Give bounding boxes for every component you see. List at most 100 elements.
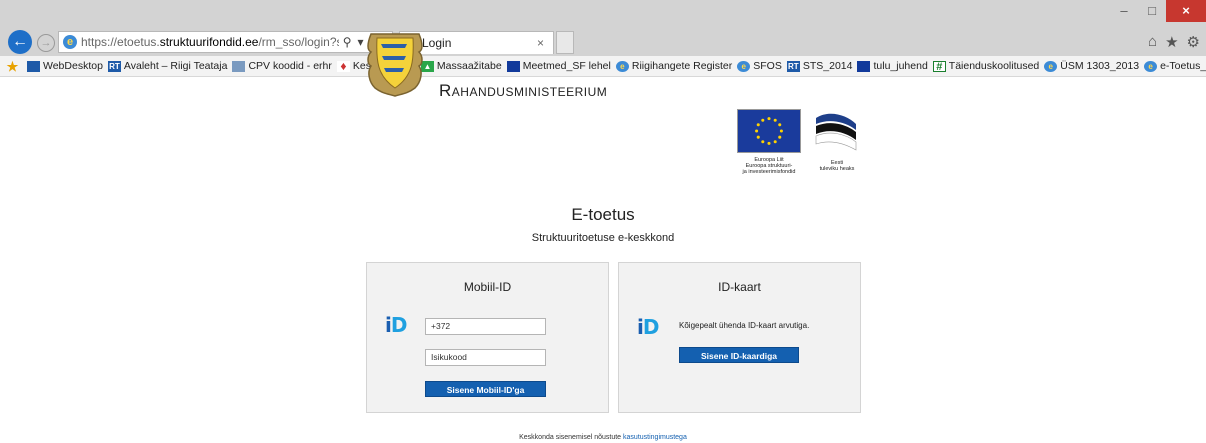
favorite-item[interactable]: e Riigihangete Register: [615, 60, 733, 72]
favorite-item[interactable]: RT Avaleht – Riigi Teataja: [107, 60, 228, 72]
eu-star: [756, 123, 760, 127]
favorite-item[interactable]: tulu_juhend: [857, 60, 928, 72]
favorite-ie-icon: e: [1144, 60, 1158, 72]
settings-gear-icon[interactable]: ⚙: [1187, 33, 1200, 51]
favorite-label: STS_2014: [802, 60, 853, 72]
favorite-blue-icon: RT: [107, 60, 121, 72]
browser-toolbar-icons: ⌂ ★ ⚙: [1148, 33, 1200, 51]
minimize-button[interactable]: –: [1110, 0, 1138, 22]
id-card-heading: ID-kaart: [718, 280, 761, 294]
favorite-item[interactable]: CPV koodid - erhr: [232, 60, 332, 72]
personal-code-input[interactable]: Isikukood: [425, 349, 546, 366]
ee-caption-line: tuleviku heaks: [819, 166, 855, 172]
page-title: E-toetus: [571, 205, 635, 224]
eu-star: [767, 141, 771, 145]
favorite-gray-icon: [232, 60, 246, 72]
favorite-grid-icon: #: [932, 60, 946, 72]
favorite-blue-icon: RT: [786, 60, 800, 72]
arrow-left-icon: ←: [12, 33, 28, 50]
favorite-item[interactable]: # Täienduskoolitused: [932, 60, 1040, 72]
eu-star: [778, 135, 782, 139]
browser-titlebar: – □ × ← → e https://etoetus.struktuurifo…: [0, 0, 1206, 56]
favorite-label: Massaažitabe: [436, 60, 502, 72]
favorite-label: Riigihangete Register: [631, 60, 733, 72]
favorite-label: Meetmed_SF lehel: [522, 60, 611, 72]
terms-footer: Keskkonda sisenemisel nõustute kasutusti…: [0, 434, 1206, 441]
ie-page-icon: e: [63, 35, 77, 49]
eu-star: [773, 118, 777, 122]
favorite-ie-icon: e: [615, 60, 629, 72]
id-logo-icon: iD: [385, 313, 407, 337]
favorite-navy-icon: [857, 60, 871, 72]
eu-star: [761, 118, 765, 122]
favorite-item[interactable]: ▲ Massaažitabe: [420, 60, 502, 72]
favorite-ie-icon: e: [737, 60, 751, 72]
url-text[interactable]: https://etoetus.struktuurifondid.ee/rm_s…: [81, 35, 339, 49]
id-card-panel: ID-kaart iD Kõigepealt ühenda ID-kaart a…: [618, 262, 861, 413]
arrow-right-icon: →: [40, 37, 52, 49]
favorite-item[interactable]: RT STS_2014: [786, 60, 853, 72]
mobile-id-panel: Mobiil-ID iD +372 Isikukood Sisene Mobii…: [366, 262, 609, 413]
favorites-star-icon: ★: [6, 58, 19, 74]
favorite-item[interactable]: Meetmed_SF lehel: [506, 60, 611, 72]
favorite-label: WebDesktop: [43, 60, 103, 72]
phone-input[interactable]: +372: [425, 318, 546, 335]
favorite-item[interactable]: e SFOS: [737, 60, 782, 72]
back-button[interactable]: ←: [8, 30, 32, 54]
favorite-label: SFOS: [753, 60, 782, 72]
id-logo-icon: iD: [637, 315, 659, 339]
id-card-login-button[interactable]: Sisene ID-kaardiga: [679, 347, 799, 363]
url-prefix: https://etoetus.: [81, 35, 160, 49]
home-icon[interactable]: ⌂: [1148, 33, 1157, 51]
favorite-label: tulu_juhend: [873, 60, 928, 72]
close-button[interactable]: ×: [1166, 0, 1206, 22]
mobile-id-heading: Mobiil-ID: [463, 280, 512, 294]
favorite-blue-icon: [27, 60, 40, 72]
eu-caption: Euroopa Liit Euroopa struktuuri- ja inve…: [726, 157, 812, 175]
eu-star: [773, 140, 777, 144]
favorites-add[interactable]: ★: [6, 58, 22, 74]
eu-caption-line: ja investeerimisfondid: [742, 169, 796, 175]
favorite-item[interactable]: ee-Toetus_TEST: [1144, 60, 1206, 72]
favorite-navy-icon: [506, 60, 520, 72]
tab-title: Login: [422, 36, 452, 50]
favorite-item[interactable]: e ÜSM 1303_2013: [1044, 60, 1139, 72]
favorite-label: e-Toetus_TEST: [1160, 60, 1206, 72]
search-icon[interactable]: ⚲: [343, 35, 352, 50]
favorites-bar: ★ WebDesktop RT Avaleht – Riigi Teataja CPV…: [0, 56, 1206, 77]
url-path: /rm_sso/login?service=ht: [258, 35, 338, 49]
forward-button[interactable]: →: [37, 34, 55, 52]
url-domain: struktuurifondid.ee: [159, 35, 259, 49]
window-controls: – □ ×: [1110, 0, 1206, 22]
dropdown-icon[interactable]: ▾: [358, 35, 364, 50]
eu-star: [755, 129, 759, 133]
favorite-label: CPV koodid - erhr: [248, 60, 332, 72]
mobile-id-login-button[interactable]: Sisene Mobiil-ID'ga: [425, 381, 546, 397]
favorite-label: Täienduskoolitused: [948, 60, 1040, 72]
favorite-label: Avaleht – Riigi Teataja: [123, 60, 228, 72]
tab-close-icon[interactable]: ×: [537, 36, 553, 50]
eu-star: [778, 123, 782, 127]
new-tab-button[interactable]: [556, 31, 574, 54]
address-bar[interactable]: e https://etoetus.struktuurifondid.ee/rm…: [58, 31, 393, 53]
eu-star: [779, 129, 783, 133]
favorite-ie-icon: e: [1044, 60, 1058, 72]
eu-star: [756, 135, 760, 139]
ee-caption: Eesti tuleviku heaks: [808, 160, 866, 172]
eu-flag-icon: [737, 109, 801, 153]
favorite-red-icon: ♦: [336, 60, 350, 72]
page-subtitle: Struktuuritoetuse e-keskkond: [531, 232, 675, 244]
eu-star: [761, 140, 765, 144]
favorites-star-icon[interactable]: ★: [1165, 33, 1178, 51]
favorite-label: ÜSM 1303_2013: [1060, 60, 1140, 72]
terms-link[interactable]: kasutustingimustega: [623, 434, 687, 441]
favorite-item[interactable]: WebDesktop: [27, 60, 103, 72]
terms-text: Keskkonda sisenemisel nõustute: [519, 434, 624, 441]
ministry-name: Rahandusministeerium: [439, 81, 608, 100]
eu-star: [767, 117, 771, 121]
estonia-logo-icon: [815, 113, 857, 151]
id-card-instruction: Kõigepealt ühenda ID-kaart arvutiga.: [679, 321, 810, 330]
estonian-coat-of-arms-icon: [367, 33, 423, 97]
maximize-button[interactable]: □: [1138, 0, 1166, 22]
favorites-list: WebDesktop RT Avaleht – Riigi Teataja CPV k…: [27, 60, 1206, 72]
